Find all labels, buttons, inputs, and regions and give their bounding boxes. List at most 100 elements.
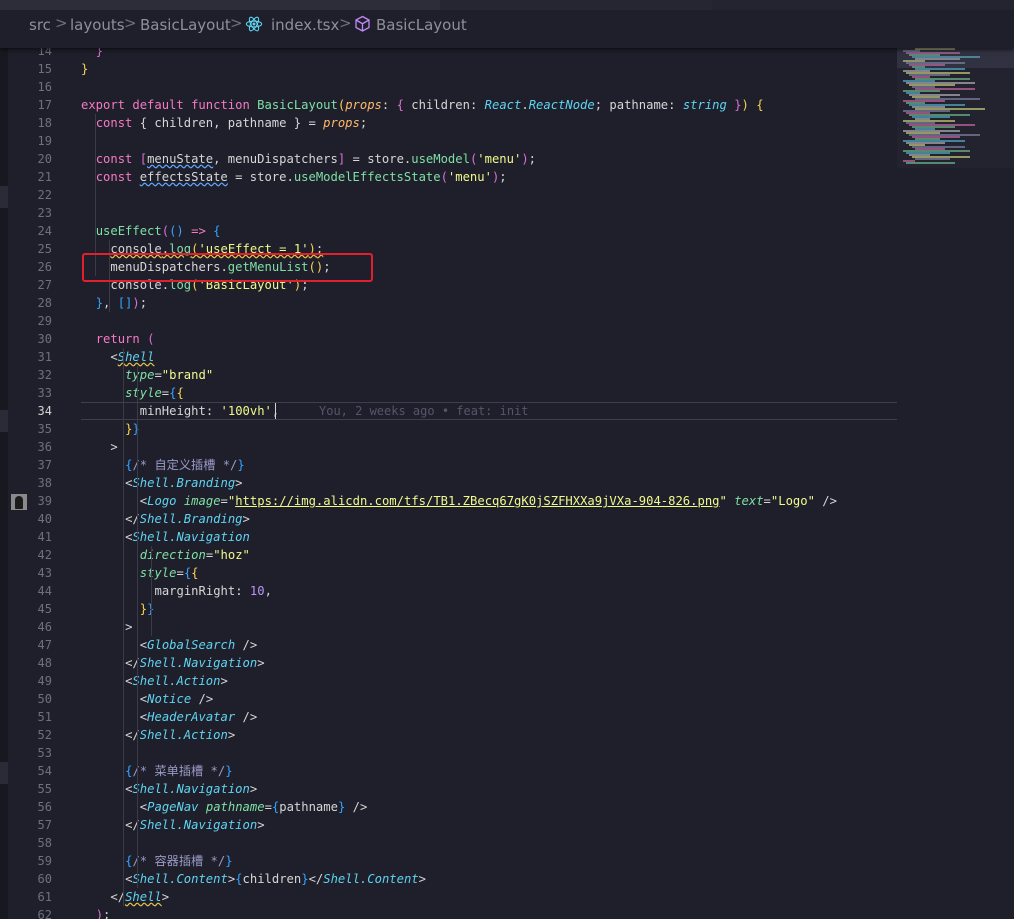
line-number[interactable]: 52 — [0, 726, 52, 744]
code-line[interactable]: </Shell.Action> — [125, 726, 235, 744]
line-number[interactable]: 27 — [0, 276, 52, 294]
code-line[interactable]: > — [125, 618, 132, 636]
line-number[interactable]: 20 — [0, 150, 52, 168]
line-number[interactable]: 45 — [0, 600, 52, 618]
line-number[interactable]: 48 — [0, 654, 52, 672]
code-line[interactable]: {/* 自定义插槽 */} — [125, 456, 245, 474]
code-token: /* 菜单插槽 */ — [132, 764, 226, 778]
code-line[interactable]: }, []); — [96, 294, 147, 312]
code-line[interactable]: {/* 容器插槽 */} — [125, 852, 232, 870]
line-number[interactable]: 25 — [0, 240, 52, 258]
breadcrumb-item-index-tsx[interactable]: index.tsx — [271, 16, 339, 34]
breadcrumb-item-basiclayout-folder[interactable]: BasicLayout — [140, 16, 231, 34]
line-number[interactable]: 49 — [0, 672, 52, 690]
indent-guide — [123, 348, 124, 906]
line-number[interactable]: 22 — [0, 186, 52, 204]
code-line[interactable]: {/* 菜单插槽 */} — [125, 762, 232, 780]
line-number[interactable]: 56 — [0, 798, 52, 816]
line-number[interactable]: 28 — [0, 294, 52, 312]
code-line[interactable]: const effectsState = store.useModelEffec… — [96, 168, 507, 186]
line-number[interactable]: 41 — [0, 528, 52, 546]
line-number[interactable]: 26 — [0, 258, 52, 276]
code-line[interactable]: const [menuState, menuDispatchers] = sto… — [96, 150, 536, 168]
code-line[interactable]: <HeaderAvatar /> — [140, 708, 257, 726]
line-number[interactable]: 19 — [0, 132, 52, 150]
line-number[interactable]: 58 — [0, 834, 52, 852]
line-number[interactable]: 42 — [0, 546, 52, 564]
line-number[interactable]: 50 — [0, 690, 52, 708]
line-number[interactable]: 43 — [0, 564, 52, 582]
code-line[interactable]: style={{ — [140, 564, 199, 582]
line-number[interactable]: 57 — [0, 816, 52, 834]
code-line[interactable]: <Shell.Content>{children}</Shell.Content… — [125, 870, 426, 888]
code-line[interactable]: direction="hoz" — [140, 546, 250, 564]
breadcrumb-item-src[interactable]: src — [29, 16, 51, 34]
code-line[interactable]: </Shell.Navigation> — [125, 654, 264, 672]
code-token: "hoz" — [213, 548, 250, 562]
code-line[interactable]: minHeight: '100vh', — [140, 402, 279, 420]
line-number[interactable]: 23 — [0, 204, 52, 222]
code-line[interactable]: <Notice /> — [140, 690, 213, 708]
line-number[interactable]: 46 — [0, 618, 52, 636]
line-number[interactable]: 40 — [0, 510, 52, 528]
line-number[interactable]: 21 — [0, 168, 52, 186]
code-line[interactable]: return ( — [96, 330, 155, 348]
code-token: pathname — [205, 800, 265, 814]
line-number[interactable]: 30 — [0, 330, 52, 348]
code-token: ) — [132, 296, 140, 310]
code-token: /* 自定义插槽 */ — [132, 458, 238, 472]
line-number[interactable]: 35 — [0, 420, 52, 438]
line-number[interactable]: 61 — [0, 888, 52, 906]
code-line[interactable]: useEffect(() => { — [96, 222, 221, 240]
code-line[interactable]: marginRight: 10, — [155, 582, 272, 600]
line-number[interactable]: 62 — [0, 906, 52, 919]
code-line[interactable]: type="brand" — [125, 366, 213, 384]
line-number[interactable]: 51 — [0, 708, 52, 726]
line-number[interactable]: 24 — [0, 222, 52, 240]
code-token: pathname — [279, 800, 338, 814]
line-number[interactable]: 59 — [0, 852, 52, 870]
code-line[interactable]: <PageNav pathname={pathname} /> — [140, 798, 368, 816]
code-line[interactable]: <Shell.Navigation> — [125, 780, 257, 798]
line-number[interactable]: 54 — [0, 762, 52, 780]
line-number[interactable]: 55 — [0, 780, 52, 798]
line-number[interactable]: 44 — [0, 582, 52, 600]
line-number[interactable]: 53 — [0, 744, 52, 762]
breadcrumb-item-basiclayout-symbol[interactable]: BasicLayout — [376, 16, 467, 34]
code-line[interactable]: > — [110, 438, 117, 456]
code-line[interactable]: <Shell.Branding> — [125, 474, 242, 492]
line-number[interactable]: 37 — [0, 456, 52, 474]
code-line[interactable]: style={{ — [125, 384, 184, 402]
line-number[interactable]: 31 — [0, 348, 52, 366]
line-number[interactable]: 60 — [0, 870, 52, 888]
code-token: string — [682, 98, 727, 112]
code-line[interactable]: <Shell — [110, 348, 154, 366]
line-number[interactable]: 16 — [0, 78, 52, 96]
code-line[interactable]: </Shell.Branding> — [125, 510, 250, 528]
line-number[interactable]: 29 — [0, 312, 52, 330]
code-line[interactable]: } — [81, 60, 88, 78]
line-number[interactable]: 47 — [0, 636, 52, 654]
code-line[interactable]: <Shell.Navigation — [125, 528, 250, 546]
code-line[interactable]: <Logo image="https://img.alicdn.com/tfs/… — [140, 492, 837, 510]
code-line[interactable]: export default function BasicLayout(prop… — [81, 96, 764, 114]
breadcrumb-item-layouts[interactable]: layouts — [70, 16, 125, 34]
code-token: HeaderAvatar — [147, 710, 236, 724]
code-line[interactable]: </Shell.Navigation> — [125, 816, 264, 834]
code-line[interactable]: <GlobalSearch /> — [140, 636, 257, 654]
line-number[interactable]: 38 — [0, 474, 52, 492]
line-number[interactable]: 18 — [0, 114, 52, 132]
line-number[interactable]: 17 — [0, 96, 52, 114]
line-number[interactable]: 33 — [0, 384, 52, 402]
code-line[interactable]: }} — [140, 600, 155, 618]
code-line[interactable]: <Shell.Action> — [125, 672, 228, 690]
code-line[interactable]: ); — [96, 906, 111, 919]
line-number[interactable]: 15 — [0, 60, 52, 78]
line-number[interactable]: 34 — [0, 402, 52, 420]
annotation-highlight-box — [82, 253, 373, 282]
code-token: ; — [359, 116, 368, 130]
code-line[interactable]: </Shell> — [110, 888, 169, 906]
line-number[interactable]: 36 — [0, 438, 52, 456]
line-number[interactable]: 32 — [0, 366, 52, 384]
code-line[interactable]: const { children, pathname } = props; — [96, 114, 368, 132]
